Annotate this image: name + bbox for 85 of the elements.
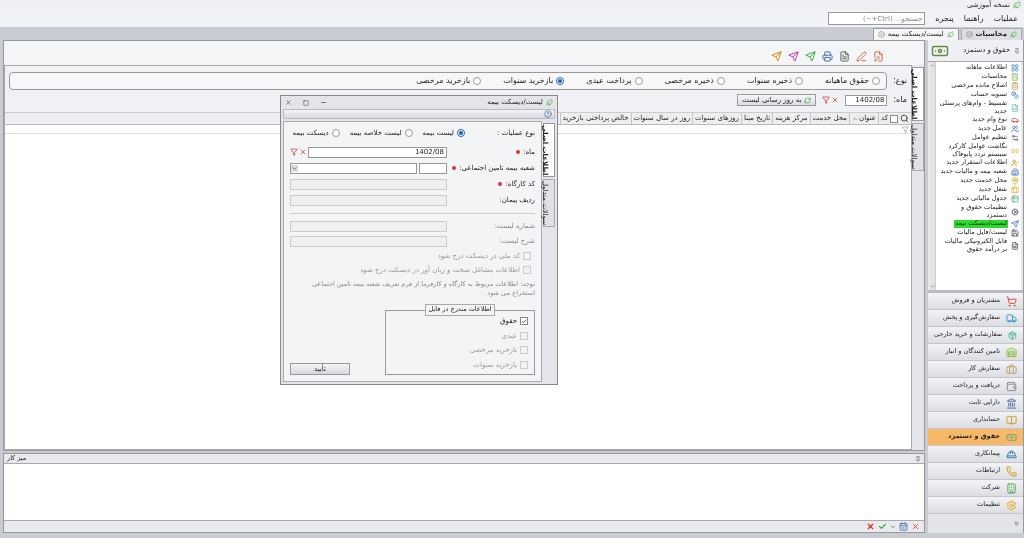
- close-icon[interactable]: [911, 522, 920, 531]
- pin-icon: [1011, 177, 1019, 185]
- truck-icon: [1006, 312, 1017, 324]
- close-icon[interactable]: [965, 31, 973, 38]
- clipboard-icon: [1011, 82, 1019, 90]
- sliders-icon: [1011, 134, 1019, 142]
- users-icon: [1011, 125, 1019, 133]
- scrollbar[interactable]: [930, 62, 936, 290]
- table-icon: [1011, 195, 1019, 203]
- refresh-icon: [804, 96, 812, 104]
- document-icon: [1011, 241, 1019, 250]
- send-icon[interactable]: [771, 51, 782, 62]
- coins-icon: [1011, 91, 1019, 99]
- calculator-icon: [1011, 73, 1019, 81]
- briefcase-icon: [1006, 363, 1017, 375]
- clear-icon[interactable]: [299, 148, 307, 156]
- pin-icon[interactable]: [915, 455, 921, 462]
- filter-icon[interactable]: [822, 96, 831, 104]
- save-icon: [1011, 229, 1019, 237]
- cart-icon: [1006, 295, 1017, 307]
- car-icon: [1011, 116, 1019, 124]
- printer-icon[interactable]: [822, 51, 833, 62]
- edit-icon[interactable]: [873, 51, 884, 62]
- filter-icon[interactable]: [290, 148, 298, 156]
- wallet-icon: [1006, 380, 1017, 392]
- grid-icon: [1011, 64, 1019, 72]
- branch-code-field[interactable]: [419, 162, 447, 174]
- link-icon: [1011, 146, 1019, 155]
- type-label: نوع:: [893, 75, 907, 87]
- building-icon: [1011, 168, 1019, 176]
- caret-icon: [291, 164, 298, 172]
- type-option[interactable]: بازخرید سنوات: [503, 75, 565, 87]
- menu-item[interactable]: راهنما: [963, 12, 984, 25]
- branch-dropdown[interactable]: [290, 162, 417, 174]
- more-icon[interactable]: [1013, 520, 1020, 527]
- app-logo-icon: [1013, 1, 1021, 9]
- help-icon[interactable]: [544, 110, 552, 118]
- sort-icon: [852, 115, 858, 122]
- type-option[interactable]: پرداخت عیدی: [586, 75, 643, 87]
- banknote-icon: [1006, 431, 1017, 443]
- gear-icon: [1011, 207, 1019, 216]
- month-label: ماه:: [893, 94, 907, 106]
- caret-icon[interactable]: [890, 523, 896, 530]
- warehouse-icon: [1006, 346, 1017, 358]
- pin-icon[interactable]: [1014, 47, 1020, 54]
- leaf-icon: [1010, 31, 1017, 38]
- pen-icon[interactable]: [856, 51, 867, 62]
- minimize-icon[interactable]: [320, 99, 327, 106]
- maximize-icon[interactable]: [303, 99, 309, 106]
- send-icon[interactable]: [805, 51, 816, 62]
- scroll-up-icon[interactable]: [930, 63, 935, 68]
- spreadsheet-icon: [1011, 103, 1019, 112]
- user-icon: [1011, 159, 1019, 167]
- scroll-down-icon[interactable]: [930, 284, 935, 289]
- menu-item[interactable]: عملیات: [993, 12, 1018, 25]
- type-option[interactable]: حقوق ماهیانه: [825, 75, 881, 87]
- type-option[interactable]: بازخرید مرخصی: [416, 75, 482, 87]
- type-option[interactable]: ذخیره مرخصی: [664, 75, 725, 87]
- send-icon: [1011, 220, 1019, 228]
- leaf-icon: [546, 99, 553, 106]
- checkbox[interactable]: [520, 317, 528, 326]
- close-icon[interactable]: [285, 99, 292, 106]
- checkbox[interactable]: [523, 266, 531, 275]
- calendar-icon[interactable]: [899, 522, 908, 531]
- clear-icon[interactable]: [831, 96, 840, 104]
- menu-item[interactable]: پنجره: [935, 12, 954, 25]
- filter-icon[interactable]: [902, 125, 909, 133]
- type-option[interactable]: ذخیره سنوات: [746, 75, 803, 87]
- leaf-icon: [946, 31, 954, 38]
- close-icon[interactable]: [877, 31, 885, 38]
- search-icon[interactable]: [900, 114, 909, 123]
- checkbox[interactable]: [523, 251, 531, 260]
- check-icon[interactable]: [878, 522, 887, 531]
- landmark-icon: [1006, 397, 1017, 409]
- send-icon[interactable]: [788, 51, 799, 62]
- book-icon: [1006, 414, 1017, 426]
- settings-icon: [1006, 499, 1017, 511]
- helmet-icon: [1006, 448, 1017, 460]
- package-icon: [1008, 329, 1017, 341]
- phone-icon: [1006, 465, 1017, 477]
- document-icon[interactable]: [839, 51, 850, 62]
- checkbox[interactable]: [890, 114, 898, 123]
- briefcase-icon: [1011, 186, 1019, 194]
- delete-icon[interactable]: [866, 522, 875, 531]
- building-icon: [1006, 482, 1017, 494]
